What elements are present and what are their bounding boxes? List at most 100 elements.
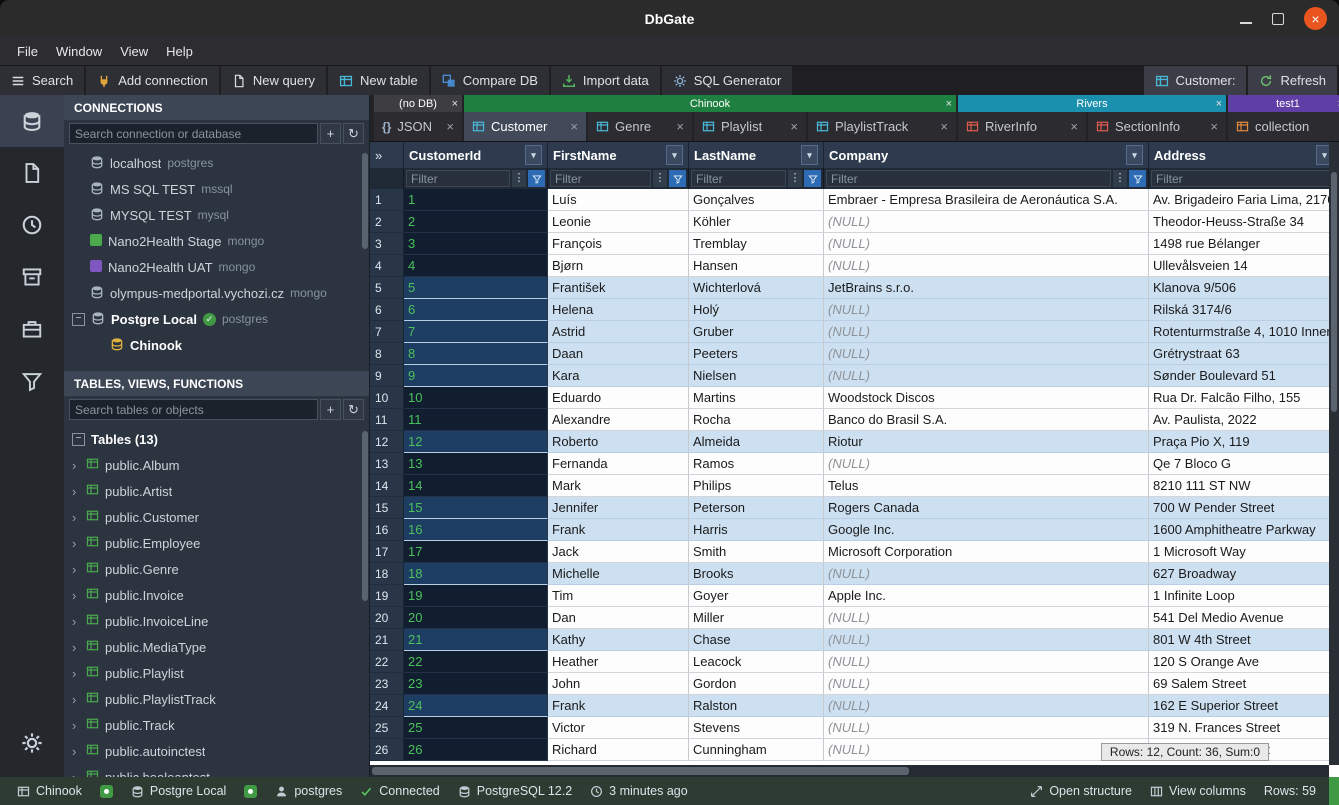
cell-company[interactable]: Microsoft Corporation bbox=[824, 541, 1149, 563]
row-number[interactable]: 23 bbox=[370, 673, 404, 695]
row-number[interactable]: 20 bbox=[370, 607, 404, 629]
cell-customerid[interactable]: 4 bbox=[404, 255, 548, 277]
grid-vertical-scrollbar[interactable] bbox=[1329, 142, 1339, 765]
cell-address[interactable]: 541 Del Medio Avenue bbox=[1149, 607, 1339, 629]
toolbar-customer[interactable]: Customer: bbox=[1144, 66, 1247, 95]
status-connected[interactable]: Connected bbox=[351, 784, 448, 798]
row-number[interactable]: 13 bbox=[370, 453, 404, 475]
cell-address[interactable]: 700 W Pender Street bbox=[1149, 497, 1339, 519]
column-header-customerid[interactable]: CustomerId▾ bbox=[404, 142, 548, 168]
cell-address[interactable]: 162 E Superior Street bbox=[1149, 695, 1339, 717]
grid-row-16[interactable]: 1616FrankHarrisGoogle Inc.1600 Amphithea… bbox=[370, 519, 1339, 541]
row-number[interactable]: 19 bbox=[370, 585, 404, 607]
cell-lastname[interactable]: Peterson bbox=[689, 497, 824, 519]
tab-collection[interactable]: collection bbox=[1228, 112, 1339, 141]
cell-firstname[interactable]: Bjørn bbox=[548, 255, 689, 277]
cell-address[interactable]: Klanova 9/506 bbox=[1149, 277, 1339, 299]
connection-mysql-test[interactable]: MYSQL TESTmysql bbox=[64, 202, 369, 228]
tab-json[interactable]: {}JSON× bbox=[374, 112, 462, 141]
db-group-chinook[interactable]: Chinook× bbox=[464, 95, 956, 112]
grid-row-5[interactable]: 55FrantišekWichterlováJetBrains s.r.o.Kl… bbox=[370, 277, 1339, 299]
row-number[interactable]: 2 bbox=[370, 211, 404, 233]
cell-address[interactable]: Av. Brigadeiro Faria Lima, 2170 bbox=[1149, 189, 1339, 211]
cell-company[interactable]: Apple Inc. bbox=[824, 585, 1149, 607]
cell-lastname[interactable]: Cunningham bbox=[689, 739, 824, 761]
cell-address[interactable]: Rotenturmstraße 4, 1010 Innere Stadt bbox=[1149, 321, 1339, 343]
sidebar-database-icon[interactable] bbox=[0, 95, 64, 147]
row-number[interactable]: 16 bbox=[370, 519, 404, 541]
chevron-right-icon[interactable]: › bbox=[72, 640, 80, 655]
cell-lastname[interactable]: Peeters bbox=[689, 343, 824, 365]
row-number[interactable]: 26 bbox=[370, 739, 404, 761]
chevron-right-icon[interactable]: › bbox=[72, 614, 80, 629]
filter-input-company[interactable] bbox=[826, 170, 1111, 187]
cell-lastname[interactable]: Ralston bbox=[689, 695, 824, 717]
status-3-minutes-ago[interactable]: 3 minutes ago bbox=[581, 784, 697, 798]
cell-customerid[interactable]: 2 bbox=[404, 211, 548, 233]
table-item-public-artist[interactable]: ›public.Artist bbox=[64, 478, 369, 504]
cell-lastname[interactable]: Wichterlová bbox=[689, 277, 824, 299]
table-item-public-employee[interactable]: ›public.Employee bbox=[64, 530, 369, 556]
row-number[interactable]: 18 bbox=[370, 563, 404, 585]
cell-company[interactable]: (NULL) bbox=[824, 211, 1149, 233]
cell-company[interactable]: JetBrains s.r.o. bbox=[824, 277, 1149, 299]
status-open-structure[interactable]: Open structure bbox=[1021, 784, 1141, 798]
cell-lastname[interactable]: Harris bbox=[689, 519, 824, 541]
grid-row-2[interactable]: 22LeonieKöhler(NULL)Theodor-Heuss-Straße… bbox=[370, 211, 1339, 233]
table-item-public-invoiceline[interactable]: ›public.InvoiceLine bbox=[64, 608, 369, 634]
cell-firstname[interactable]: Tim bbox=[548, 585, 689, 607]
tables-group[interactable]: −Tables (13) bbox=[64, 426, 369, 452]
cell-lastname[interactable]: Tremblay bbox=[689, 233, 824, 255]
cell-firstname[interactable]: František bbox=[548, 277, 689, 299]
cell-address[interactable]: 319 N. Frances Street bbox=[1149, 717, 1339, 739]
close-tab-icon[interactable]: × bbox=[570, 119, 578, 134]
cell-company[interactable]: (NULL) bbox=[824, 629, 1149, 651]
toolbar-compare-db[interactable]: Compare DB bbox=[431, 66, 549, 95]
cell-customerid[interactable]: 3 bbox=[404, 233, 548, 255]
grid-row-11[interactable]: 1111AlexandreRochaBanco do Brasil S.A.Av… bbox=[370, 409, 1339, 431]
close-group-icon[interactable]: × bbox=[1216, 98, 1222, 110]
grid-row-12[interactable]: 1212RobertoAlmeidaRioturPraça Pio X, 119 bbox=[370, 431, 1339, 453]
cell-customerid[interactable]: 6 bbox=[404, 299, 548, 321]
cell-customerid[interactable]: 10 bbox=[404, 387, 548, 409]
row-number[interactable]: 6 bbox=[370, 299, 404, 321]
cell-firstname[interactable]: Michelle bbox=[548, 563, 689, 585]
sidebar-settings-gear-icon[interactable] bbox=[0, 717, 64, 769]
filter-input-lastname[interactable] bbox=[691, 170, 786, 187]
cell-firstname[interactable]: Daan bbox=[548, 343, 689, 365]
cell-firstname[interactable]: François bbox=[548, 233, 689, 255]
cell-firstname[interactable]: Kathy bbox=[548, 629, 689, 651]
cell-address[interactable]: Qe 7 Bloco G bbox=[1149, 453, 1339, 475]
cell-address[interactable]: Rilská 3174/6 bbox=[1149, 299, 1339, 321]
chevron-right-icon[interactable]: › bbox=[72, 744, 80, 759]
db-group-test1[interactable]: test1× bbox=[1228, 95, 1339, 112]
cell-lastname[interactable]: Miller bbox=[689, 607, 824, 629]
filter-menu-icon[interactable]: ⋮ bbox=[1113, 170, 1127, 187]
cell-firstname[interactable]: Frank bbox=[548, 519, 689, 541]
cell-lastname[interactable]: Gordon bbox=[689, 673, 824, 695]
chevron-right-icon[interactable]: › bbox=[72, 562, 80, 577]
status-postgresql-12-2[interactable]: PostgreSQL 12.2 bbox=[449, 784, 581, 798]
sidebar-briefcase-icon[interactable] bbox=[0, 303, 64, 355]
cell-firstname[interactable]: Jennifer bbox=[548, 497, 689, 519]
status-rows-59[interactable]: Rows: 59 bbox=[1255, 784, 1325, 798]
filter-menu-icon[interactable]: ⋮ bbox=[512, 170, 526, 187]
table-item-public-booleantest[interactable]: ›public.booleantest bbox=[64, 764, 369, 777]
tables-scrollbar[interactable] bbox=[362, 431, 368, 601]
column-header-firstname[interactable]: FirstName▾ bbox=[548, 142, 689, 168]
cell-company[interactable]: (NULL) bbox=[824, 255, 1149, 277]
cell-firstname[interactable]: Luís bbox=[548, 189, 689, 211]
filter-menu-icon[interactable]: ⋮ bbox=[653, 170, 667, 187]
cell-customerid[interactable]: 20 bbox=[404, 607, 548, 629]
cell-address[interactable]: 627 Broadway bbox=[1149, 563, 1339, 585]
grid-horizontal-scrollbar-thumb[interactable] bbox=[372, 767, 909, 775]
grid-row-13[interactable]: 1313FernandaRamos(NULL)Qe 7 Bloco G bbox=[370, 453, 1339, 475]
cell-company[interactable]: Banco do Brasil S.A. bbox=[824, 409, 1149, 431]
toolbar-sql-generator[interactable]: SQL Generator bbox=[662, 66, 793, 95]
connection-nano2health-uat[interactable]: Nano2Health UATmongo bbox=[64, 254, 369, 280]
cell-company[interactable]: (NULL) bbox=[824, 563, 1149, 585]
cell-firstname[interactable]: Jack bbox=[548, 541, 689, 563]
menu-window[interactable]: Window bbox=[47, 40, 111, 63]
table-item-public-playlisttrack[interactable]: ›public.PlaylistTrack bbox=[64, 686, 369, 712]
collapse-icon[interactable]: − bbox=[72, 313, 85, 326]
